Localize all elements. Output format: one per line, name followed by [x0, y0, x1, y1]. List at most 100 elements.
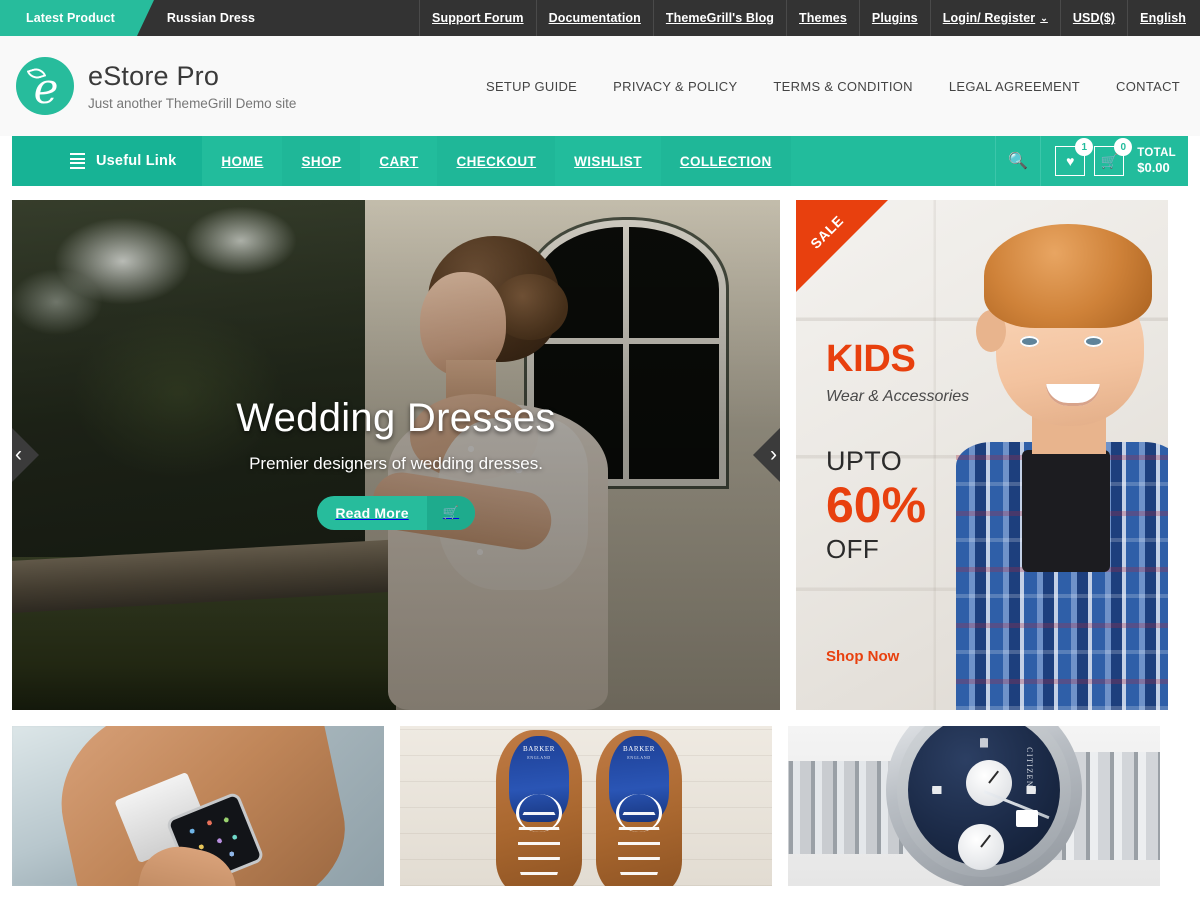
site-title: eStore Pro	[88, 61, 220, 92]
topbar-link-documentation[interactable]: Documentation	[535, 0, 653, 36]
chevron-down-icon: ⌄	[1040, 12, 1048, 23]
nav-item-wishlist[interactable]: WISHLIST	[555, 136, 661, 186]
sale-ribbon-icon	[796, 200, 888, 292]
wishlist-count-badge: 1	[1075, 138, 1094, 156]
kid-hair	[984, 224, 1152, 328]
product-image-row: BARKER ENGLAND BARKER ENGLAND 45	[12, 726, 1188, 886]
site-logo[interactable]: e	[16, 57, 74, 115]
latest-product-label: Latest Product	[26, 11, 115, 25]
topbar-link-label: English	[1140, 11, 1186, 25]
slide-subtitle: Premier designers of wedding dresses.	[249, 454, 543, 473]
topbar-link-themegrills-blog[interactable]: ThemeGrill's Blog	[652, 0, 786, 36]
nav-item-shop[interactable]: SHOP	[282, 136, 361, 186]
nav-item-label: CART	[379, 153, 419, 169]
topbar-currency-selector[interactable]: USD($)	[1059, 0, 1127, 36]
topbar-link-themes[interactable]: Themes	[786, 0, 859, 36]
watch-brand-label: CITIZEN	[1025, 747, 1034, 788]
search-button[interactable]: 🔍	[995, 136, 1042, 186]
product-card-citizen-watch[interactable]: 45 CITIZEN	[788, 726, 1160, 886]
wood-plank-backdrop	[400, 726, 772, 886]
topbar-link-label: ThemeGrill's Blog	[665, 11, 775, 25]
topbar-link-label: USD($)	[1072, 11, 1116, 25]
topbar-link-label: Plugins	[871, 11, 918, 25]
topbar-link-label: Support Forum	[432, 11, 524, 25]
shop-now-link[interactable]: Shop Now	[826, 648, 899, 665]
brand-text: eStore Pro Just another ThemeGrill Demo …	[88, 61, 296, 110]
promo-heading: KIDS	[826, 338, 916, 380]
header-nav-legal-agreement[interactable]: LEGAL AGREEMENT	[949, 79, 1080, 94]
cart-button[interactable]: 🛒 0	[1094, 138, 1133, 176]
topbar-left-group: Latest Product Russian Dress	[0, 0, 255, 36]
heart-icon: ♥	[1066, 153, 1075, 169]
header-nav-terms-condition[interactable]: TERMS & CONDITION	[773, 79, 912, 94]
slider-next-button[interactable]	[753, 428, 780, 482]
topbar-link-label: Documentation	[548, 11, 641, 25]
cart-total-label: TOTAL	[1137, 146, 1176, 159]
cart-total: TOTAL $0.00	[1137, 146, 1176, 177]
latest-product-tab[interactable]: Latest Product	[0, 0, 154, 36]
kid-dark-tee	[1022, 450, 1110, 572]
promo-percent: 60%	[826, 477, 927, 533]
topbar-link-support-forum[interactable]: Support Forum	[419, 0, 536, 36]
promo-banner-kids[interactable]: SALE KIDS Wear & Accessories UPTO 60% OF…	[796, 200, 1168, 710]
kid-eye-left	[1020, 336, 1039, 347]
nav-item-cart[interactable]: CART	[360, 136, 437, 186]
promo-subheading: Wear & Accessories	[826, 388, 970, 405]
nav-item-collection[interactable]: COLLECTION	[660, 136, 791, 186]
topbar-link-login-register[interactable]: Login/ Register ⌄	[929, 0, 1060, 36]
product-card-smartwatch[interactable]	[12, 726, 384, 886]
top-utility-bar: Latest Product Russian Dress Support For…	[0, 0, 1200, 36]
date-window	[1016, 810, 1038, 827]
read-more-label: Read More	[335, 505, 409, 521]
shoe-brand-label: BARKER ENGLAND	[609, 745, 669, 760]
nav-item-label: HOME	[221, 153, 264, 169]
nav-item-label: COLLECTION	[679, 153, 772, 169]
cart-count-badge: 0	[1114, 138, 1133, 156]
shoe-laces	[518, 804, 560, 886]
hero-slider[interactable]: Wedding Dresses Premier designers of wed…	[12, 200, 780, 710]
main-navigation: Useful Link HOME SHOP CART CHECKOUT WISH…	[12, 136, 1188, 186]
promo-upto-label: UPTO	[826, 446, 903, 476]
shoe-brand-sub: ENGLAND	[627, 755, 651, 760]
topbar-language-selector[interactable]: English	[1127, 0, 1200, 36]
nav-cart-group: ♥ 1 🛒 0 TOTAL $0.00	[1041, 136, 1188, 186]
hero-row: Wedding Dresses Premier designers of wed…	[12, 200, 1188, 710]
nav-item-label: WISHLIST	[574, 153, 642, 169]
header-nav-privacy-policy[interactable]: PRIVACY & POLICY	[613, 79, 737, 94]
topbar-link-plugins[interactable]: Plugins	[858, 0, 930, 36]
brand-block[interactable]: e eStore Pro Just another ThemeGrill Dem…	[16, 57, 296, 115]
kid-eye-right	[1084, 336, 1103, 347]
promo-text-block: KIDS Wear & Accessories UPTO 60% OFF	[826, 340, 969, 565]
cart-icon: 🛒	[1100, 153, 1118, 169]
slider-prev-button[interactable]	[12, 428, 39, 482]
header-nav: SETUP GUIDE PRIVACY & POLICY TERMS & CON…	[486, 79, 1184, 94]
promo-off-label: OFF	[826, 533, 880, 564]
wishlist-button[interactable]: ♥ 1	[1055, 138, 1094, 176]
nav-item-label: SHOP	[301, 153, 342, 169]
header-nav-setup-guide[interactable]: SETUP GUIDE	[486, 79, 577, 94]
shoe-right: BARKER ENGLAND	[596, 730, 682, 886]
shoe-brand-text: BARKER	[623, 745, 655, 753]
ticker-label: Russian Dress	[166, 11, 256, 25]
ticker-item-russian-dress[interactable]: Russian Dress	[137, 0, 255, 36]
slide-title: Wedding Dresses	[236, 396, 556, 440]
read-more-button[interactable]: Read More 🛒	[317, 496, 475, 530]
search-icon: 🔍	[1008, 153, 1029, 170]
hamburger-icon	[70, 153, 85, 169]
site-description: Just another ThemeGrill Demo site	[88, 95, 297, 111]
cart-total-value: $0.00	[1137, 160, 1170, 176]
topbar-links: Support Forum Documentation ThemeGrill's…	[419, 0, 1200, 36]
cart-icon: 🛒	[427, 496, 475, 530]
header-nav-contact[interactable]: CONTACT	[1116, 79, 1180, 94]
topbar-link-label: Login/ Register	[942, 11, 1036, 25]
shoe-brand-label: BARKER ENGLAND	[509, 745, 569, 760]
topbar-link-label: Themes	[799, 11, 847, 25]
shoe-left: BARKER ENGLAND	[496, 730, 582, 886]
product-card-shoes[interactable]: BARKER ENGLAND BARKER ENGLAND	[400, 726, 772, 886]
subdial-bottom	[958, 824, 1004, 870]
nav-item-home[interactable]: HOME	[202, 136, 282, 186]
site-header: e eStore Pro Just another ThemeGrill Dem…	[0, 36, 1200, 136]
nav-item-checkout[interactable]: CHECKOUT	[437, 136, 556, 186]
useful-link-menu[interactable]: Useful Link	[12, 136, 203, 186]
